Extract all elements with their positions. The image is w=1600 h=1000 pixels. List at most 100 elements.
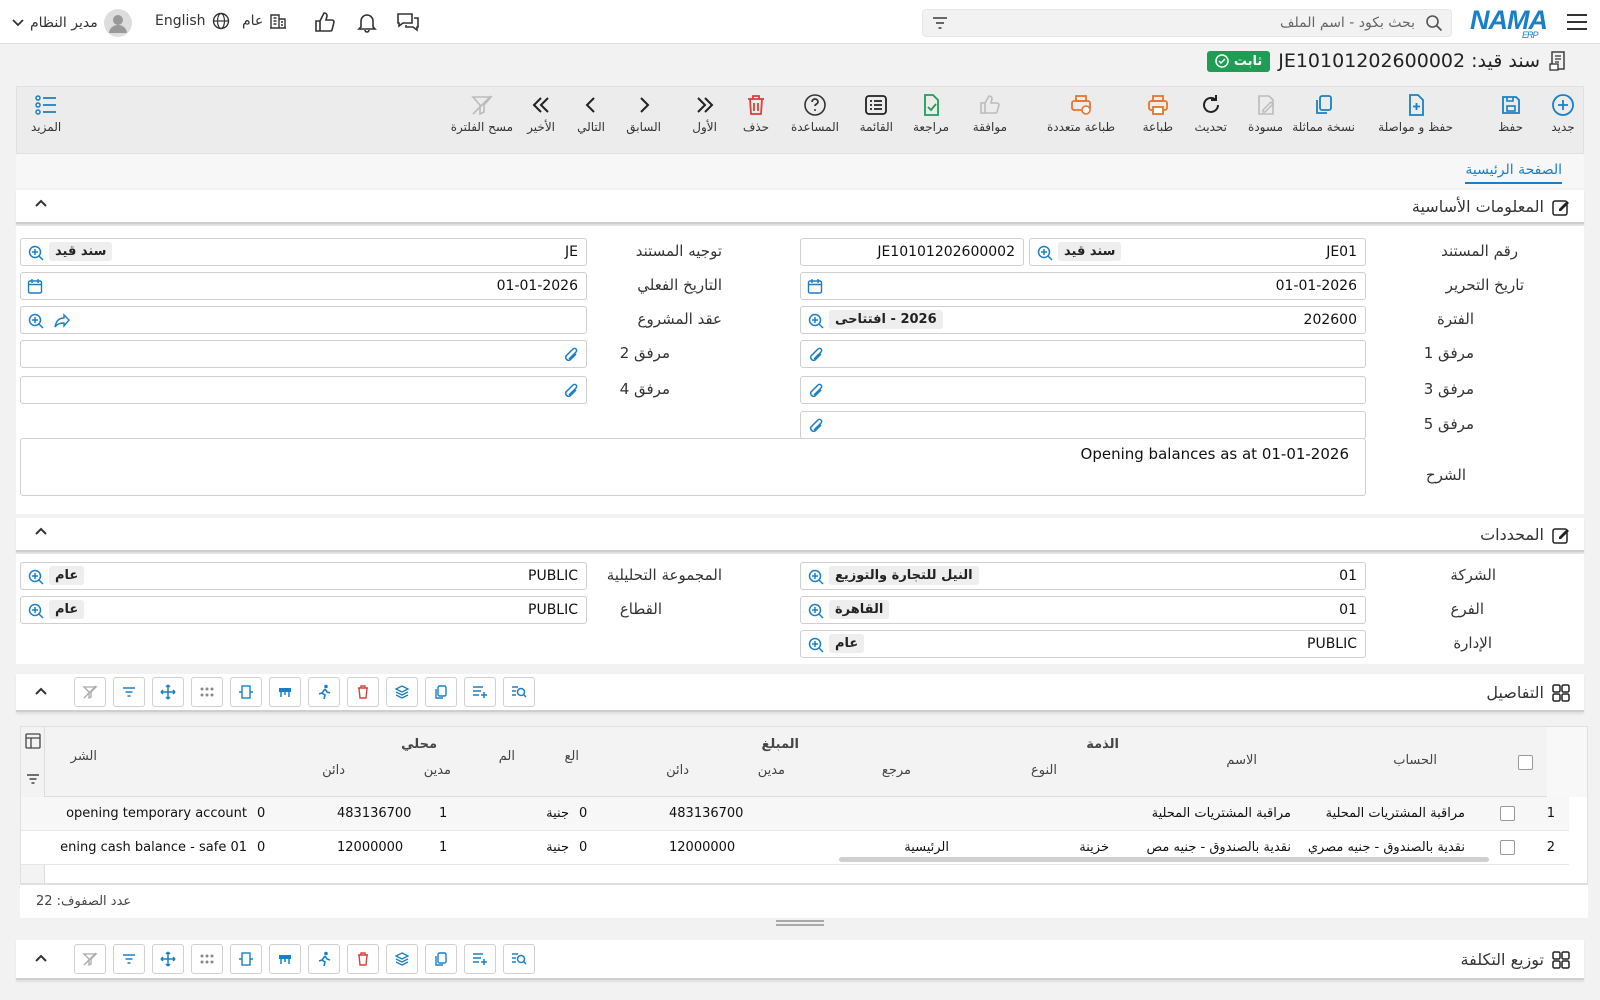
- attachment5-field[interactable]: [800, 411, 1366, 439]
- chevron-up-icon[interactable]: [34, 526, 48, 536]
- search-input[interactable]: [975, 12, 1415, 34]
- details-section-header[interactable]: التفاصيل: [16, 674, 1584, 712]
- print-button[interactable]: طباعة: [1143, 93, 1173, 134]
- table-row[interactable]: 1 مراقبة المشتريات المحلية مراقبة المشتر…: [21, 797, 1569, 831]
- save-continue-button[interactable]: حفظ و مواصلة: [1378, 93, 1453, 134]
- draft-button[interactable]: مسودة: [1248, 93, 1283, 134]
- help-button[interactable]: المساعدة: [791, 93, 839, 134]
- search-plus-icon[interactable]: [27, 244, 45, 266]
- company-field[interactable]: 01 النيل للتجارة والتوزيع: [800, 562, 1366, 590]
- col-credit-header[interactable]: دائن: [666, 763, 689, 778]
- paperclip-icon[interactable]: [807, 382, 825, 404]
- filter-icon[interactable]: [25, 771, 41, 787]
- attachment3-field[interactable]: [800, 376, 1366, 404]
- doc-number-field[interactable]: JE10101202600002: [800, 238, 1024, 266]
- doc-direction-field[interactable]: JE سند قيد: [20, 238, 587, 266]
- col-name-header[interactable]: الاسم: [1226, 753, 1257, 768]
- period-field[interactable]: 202600 2026 - افتتاحى: [800, 306, 1366, 334]
- share-icon[interactable]: [53, 312, 71, 334]
- col-narration-header[interactable]: الشر: [70, 749, 97, 764]
- paperclip-icon[interactable]: [807, 346, 825, 368]
- add-row-button[interactable]: [464, 677, 496, 707]
- chevron-up-icon[interactable]: [34, 198, 48, 208]
- filter-icon[interactable]: [931, 15, 949, 31]
- grid-dots-button[interactable]: [191, 677, 223, 707]
- col-account-header[interactable]: الحساب: [1393, 753, 1437, 768]
- col-debit-header[interactable]: مدين: [757, 763, 785, 778]
- new-button[interactable]: جديد: [1551, 93, 1575, 134]
- search-rows-button[interactable]: [503, 677, 535, 707]
- col-currency-header[interactable]: الع: [564, 749, 579, 764]
- search-plus-icon[interactable]: [807, 568, 825, 590]
- edit-date-field[interactable]: 01-01-2026: [800, 272, 1366, 300]
- resize-handle[interactable]: [776, 920, 824, 926]
- filter-button[interactable]: [113, 677, 145, 707]
- review-button[interactable]: مراجعة: [913, 93, 949, 134]
- col-local-credit-header[interactable]: دائن: [322, 763, 345, 778]
- multi-print-button[interactable]: طباعة متعددة: [1047, 93, 1115, 134]
- filter-button[interactable]: [113, 944, 145, 974]
- language-selector[interactable]: English: [155, 12, 230, 30]
- column-fit-button[interactable]: [230, 677, 262, 707]
- row-checkbox[interactable]: [1500, 806, 1515, 821]
- dimensions-section-header[interactable]: المحددات: [16, 518, 1584, 552]
- grid-dots-button[interactable]: [191, 944, 223, 974]
- duplicate-button[interactable]: نسخة مماثلة: [1292, 93, 1355, 134]
- remarks-textarea[interactable]: Opening balances as at 01-01-2026: [20, 438, 1366, 496]
- company-selector[interactable]: عام: [242, 12, 287, 30]
- col-type-header[interactable]: النوع: [1031, 763, 1057, 778]
- menu-icon[interactable]: [1566, 12, 1588, 32]
- actual-date-field[interactable]: 01-01-2026: [20, 272, 587, 300]
- delete-row-button[interactable]: [347, 677, 379, 707]
- sector-field[interactable]: PUBLIC عام: [20, 596, 587, 624]
- search-plus-icon[interactable]: [1036, 244, 1054, 266]
- search-rows-button[interactable]: [503, 944, 535, 974]
- cost-distribution-section-header[interactable]: توزيع التكلفة: [16, 940, 1584, 980]
- move-button[interactable]: [152, 677, 184, 707]
- calendar-icon[interactable]: [27, 278, 43, 298]
- col-local-debit-header[interactable]: مدين: [423, 763, 451, 778]
- run-button[interactable]: [308, 944, 340, 974]
- previous-button[interactable]: السابق: [626, 93, 661, 134]
- approve-button[interactable]: موافقة: [973, 93, 1007, 134]
- copy-row-button[interactable]: [425, 944, 457, 974]
- attachment2-field[interactable]: [20, 340, 587, 368]
- refresh-button[interactable]: تحديث: [1194, 93, 1227, 134]
- move-button[interactable]: [152, 944, 184, 974]
- paperclip-icon[interactable]: [562, 382, 580, 404]
- search-plus-icon[interactable]: [807, 602, 825, 624]
- basic-info-section-header[interactable]: المعلومات الأساسية: [16, 190, 1584, 224]
- stamp-button[interactable]: [269, 677, 301, 707]
- search-plus-icon[interactable]: [807, 636, 825, 658]
- analysis-group-field[interactable]: PUBLIC عام: [20, 562, 587, 590]
- bell-icon[interactable]: [356, 11, 378, 33]
- user-menu[interactable]: مدير النظام: [12, 9, 132, 37]
- paperclip-icon[interactable]: [807, 417, 825, 439]
- row-checkbox[interactable]: [1500, 840, 1515, 855]
- search-plus-icon[interactable]: [27, 312, 45, 334]
- attachment1-field[interactable]: [800, 340, 1366, 368]
- run-button[interactable]: [308, 677, 340, 707]
- layers-button[interactable]: [386, 677, 418, 707]
- delete-row-button[interactable]: [347, 944, 379, 974]
- stamp-button[interactable]: [269, 944, 301, 974]
- paperclip-icon[interactable]: [562, 346, 580, 368]
- doc-number-code-field[interactable]: JE01 سند قيد: [1029, 238, 1366, 266]
- tab-main[interactable]: الصفحة الرئيسية: [1465, 162, 1562, 184]
- more-button[interactable]: المزيد: [31, 93, 61, 134]
- next-button[interactable]: التالي: [577, 93, 605, 134]
- clear-filter-button[interactable]: [74, 677, 106, 707]
- search-plus-icon[interactable]: [807, 312, 825, 334]
- col-ref-header[interactable]: مرجع: [881, 763, 911, 778]
- project-field[interactable]: [20, 306, 587, 334]
- add-row-button[interactable]: [464, 944, 496, 974]
- save-button[interactable]: حفظ: [1498, 93, 1523, 134]
- chevron-up-icon[interactable]: [34, 686, 48, 696]
- list-button[interactable]: القائمة: [860, 93, 893, 134]
- chat-icon[interactable]: [396, 11, 420, 33]
- last-button[interactable]: الأخير: [527, 93, 555, 134]
- clear-filter-button[interactable]: [74, 944, 106, 974]
- col-rate-header[interactable]: الم: [498, 749, 515, 764]
- first-button[interactable]: الأول: [692, 93, 717, 134]
- select-all-checkbox[interactable]: [1518, 755, 1533, 770]
